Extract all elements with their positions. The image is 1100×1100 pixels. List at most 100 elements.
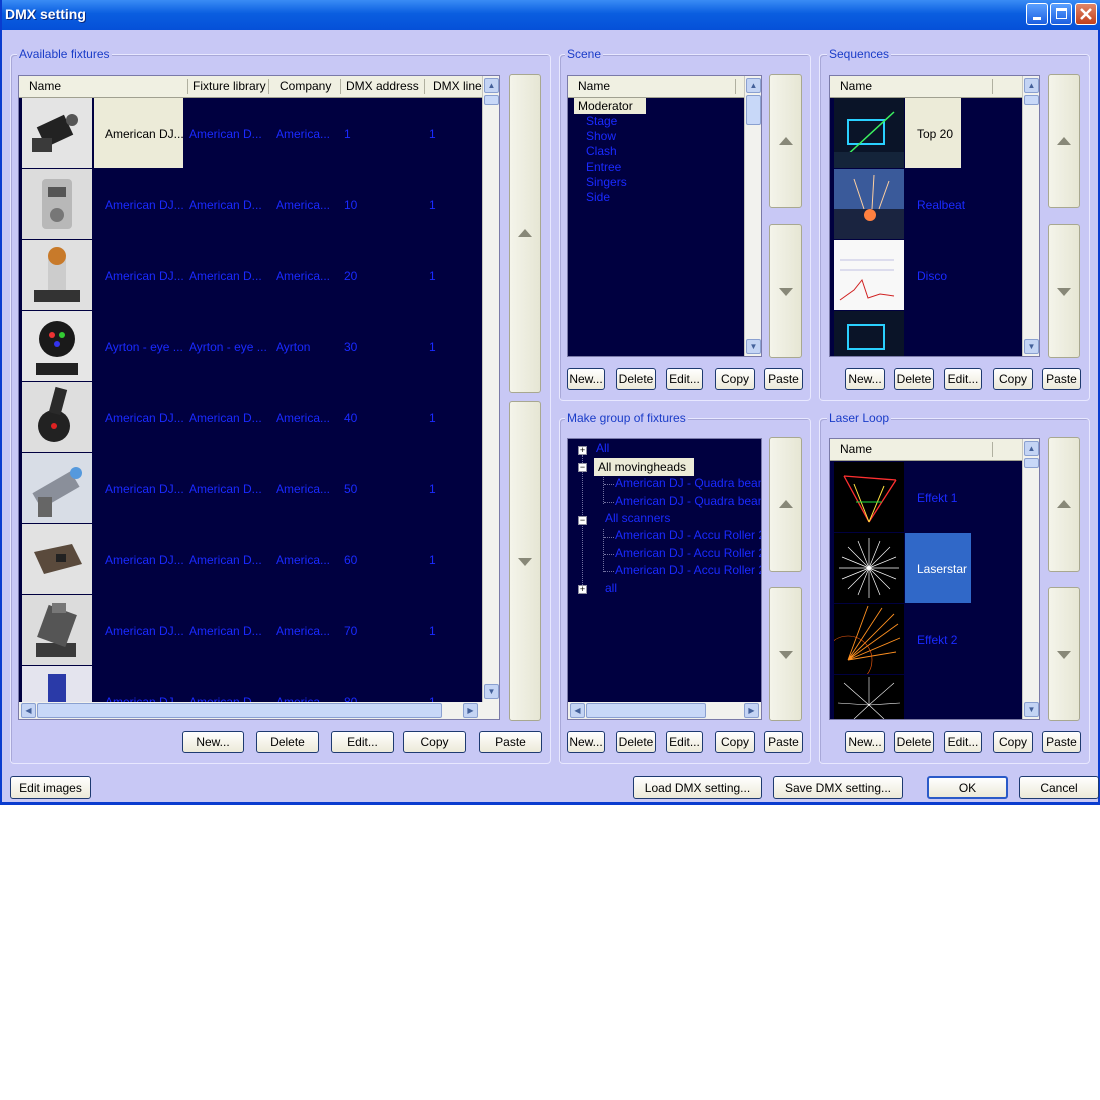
tree-item[interactable]: all <box>605 581 617 595</box>
list-item[interactable]: Effekt 1 <box>917 491 957 505</box>
scroll-down-icon[interactable]: ▼ <box>484 684 499 699</box>
scroll-down-icon[interactable]: ▼ <box>1024 702 1039 717</box>
list-item[interactable]: Side <box>586 190 610 204</box>
fixtures-move-up-button[interactable] <box>509 74 541 393</box>
close-button[interactable] <box>1075 3 1097 25</box>
laser-delete-button[interactable]: Delete <box>894 731 934 753</box>
list-item[interactable]: Show <box>586 129 616 143</box>
list-item[interactable]: Disco <box>917 269 947 283</box>
sequences-copy-button[interactable]: Copy <box>993 368 1033 390</box>
list-item[interactable]: Laserstar <box>917 562 967 576</box>
laser-copy-button[interactable]: Copy <box>993 731 1033 753</box>
scroll-left-icon[interactable]: ◀ <box>21 703 36 718</box>
list-item[interactable]: Realbeat <box>917 198 965 212</box>
scroll-up-icon[interactable]: ▲ <box>1024 78 1039 93</box>
fixtures-list[interactable]: Name Fixture library Company DMX address… <box>18 75 500 720</box>
list-item[interactable]: Effekt 2 <box>917 633 957 647</box>
fixtures-hscroll[interactable]: ◀ ▶ <box>19 702 499 719</box>
groups-move-up-button[interactable] <box>769 437 802 572</box>
scroll-up-icon[interactable]: ▲ <box>1024 441 1039 456</box>
table-row[interactable]: Ayrton - eye ... Ayrton - eye ... Ayrton… <box>19 311 483 382</box>
col-dmx-line[interactable]: DMX line <box>433 79 482 93</box>
list-item[interactable]: Entree <box>586 160 621 174</box>
laser-move-up-button[interactable] <box>1048 437 1080 572</box>
list-item[interactable]: Top 20 <box>917 127 953 141</box>
laser-move-down-button[interactable] <box>1048 587 1080 721</box>
cancel-button[interactable]: Cancel <box>1019 776 1099 799</box>
laser-new-button[interactable]: New... <box>845 731 885 753</box>
groups-delete-button[interactable]: Delete <box>616 731 656 753</box>
laser-edit-button[interactable]: Edit... <box>944 731 982 753</box>
scene-paste-button[interactable]: Paste <box>764 368 803 390</box>
fixtures-move-down-button[interactable] <box>509 401 541 721</box>
save-dmx-setting-button[interactable]: Save DMX setting... <box>773 776 903 799</box>
maximize-button[interactable] <box>1050 3 1072 25</box>
list-item[interactable]: Singers <box>586 175 627 189</box>
laser-paste-button[interactable]: Paste <box>1042 731 1081 753</box>
col-fixture-library[interactable]: Fixture library <box>193 79 266 93</box>
scene-move-down-button[interactable] <box>769 224 802 358</box>
sequences-new-button[interactable]: New... <box>845 368 885 390</box>
col-name[interactable]: Name <box>29 79 61 93</box>
fixtures-paste-button[interactable]: Paste <box>479 731 542 753</box>
scroll-thumb[interactable] <box>484 95 499 105</box>
tree-item[interactable]: All <box>596 441 609 455</box>
laser-vscroll[interactable]: ▲ ▼ <box>1022 439 1039 719</box>
collapse-icon[interactable]: − <box>578 516 587 525</box>
scroll-thumb[interactable] <box>1024 458 1039 468</box>
scene-move-up-button[interactable] <box>769 74 802 208</box>
scroll-thumb[interactable] <box>1024 95 1039 105</box>
expand-icon[interactable]: + <box>578 585 587 594</box>
expand-icon[interactable]: + <box>578 446 587 455</box>
scene-delete-button[interactable]: Delete <box>616 368 656 390</box>
table-row[interactable]: American DJ... American D... America... … <box>19 169 483 240</box>
sequences-paste-button[interactable]: Paste <box>1042 368 1081 390</box>
col-name[interactable]: Name <box>578 79 610 93</box>
list-item[interactable]: Clash <box>586 144 617 158</box>
scene-new-button[interactable]: New... <box>567 368 605 390</box>
tree-item[interactable]: American DJ - Accu Roller 2 <box>615 528 761 542</box>
groups-copy-button[interactable]: Copy <box>715 731 755 753</box>
fixtures-vscroll[interactable]: ▲ ▼ <box>482 76 499 702</box>
scroll-thumb[interactable] <box>586 703 706 718</box>
fixtures-copy-button[interactable]: Copy <box>403 731 466 753</box>
col-dmx-address[interactable]: DMX address <box>346 79 419 93</box>
groups-paste-button[interactable]: Paste <box>764 731 803 753</box>
table-row[interactable]: American DJ... American D... America... … <box>19 453 483 524</box>
tree-item[interactable]: American DJ - Quadra beam <box>615 494 761 508</box>
minimize-button[interactable] <box>1026 3 1048 25</box>
scroll-thumb[interactable] <box>37 703 442 718</box>
scroll-right-icon[interactable]: ▶ <box>463 703 478 718</box>
table-row[interactable]: American DJ... American D... America... … <box>19 595 483 666</box>
table-row[interactable]: American DJ... American D... America... … <box>19 240 483 311</box>
title-bar[interactable]: DMX setting <box>2 0 1100 30</box>
tree-item[interactable]: All scanners <box>605 511 670 525</box>
groups-new-button[interactable]: New... <box>567 731 605 753</box>
fixtures-new-button[interactable]: New... <box>182 731 244 753</box>
groups-move-down-button[interactable] <box>769 587 802 721</box>
scroll-up-icon[interactable]: ▲ <box>746 78 761 93</box>
scroll-down-icon[interactable]: ▼ <box>1024 339 1039 354</box>
table-row[interactable]: American DJ... American D... America... … <box>19 98 483 169</box>
tree-item[interactable]: American DJ - Quadra beam <box>615 476 761 490</box>
sequences-move-down-button[interactable] <box>1048 224 1080 358</box>
sequences-move-up-button[interactable] <box>1048 74 1080 208</box>
laser-list[interactable]: Name Effekt 1 Laserstar Effekt 2 ▲ ▼ <box>829 438 1040 720</box>
scene-edit-button[interactable]: Edit... <box>666 368 703 390</box>
scroll-thumb[interactable] <box>746 95 761 125</box>
groups-tree[interactable]: + All − All movingheads American DJ - Qu… <box>567 438 762 720</box>
groups-hscroll[interactable]: ◀ ▶ <box>568 702 761 719</box>
collapse-icon[interactable]: − <box>578 463 587 472</box>
fixtures-delete-button[interactable]: Delete <box>256 731 319 753</box>
tree-item[interactable]: American DJ - Accu Roller 2 <box>615 563 761 577</box>
scene-vscroll[interactable]: ▲ ▼ <box>744 76 761 356</box>
scroll-up-icon[interactable]: ▲ <box>484 78 499 93</box>
list-item[interactable]: Moderator <box>574 98 646 114</box>
sequences-vscroll[interactable]: ▲ ▼ <box>1022 76 1039 356</box>
load-dmx-setting-button[interactable]: Load DMX setting... <box>633 776 762 799</box>
scene-list[interactable]: Name Moderator Stage Show Clash Entree S… <box>567 75 762 357</box>
col-name[interactable]: Name <box>840 442 872 456</box>
ok-button[interactable]: OK <box>927 776 1008 799</box>
sequences-edit-button[interactable]: Edit... <box>944 368 982 390</box>
col-company[interactable]: Company <box>280 79 331 93</box>
